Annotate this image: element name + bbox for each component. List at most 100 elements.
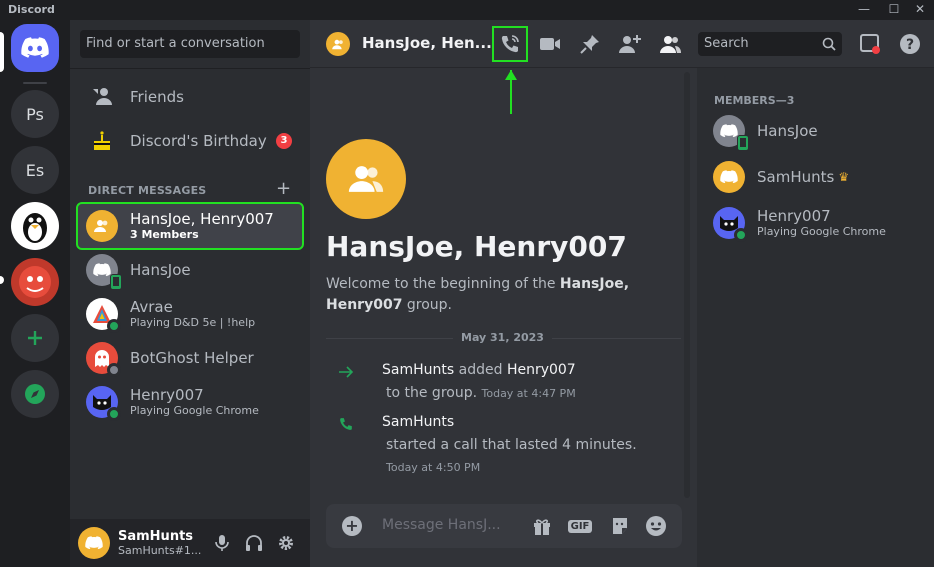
- chat-scrollbar[interactable]: [684, 72, 690, 498]
- group-avatar-large: [326, 139, 406, 219]
- gear-icon: [279, 536, 293, 550]
- discord-logo-icon: [93, 263, 111, 277]
- headphones-icon: [246, 535, 262, 551]
- add-user-icon: [619, 35, 641, 53]
- sticker-icon: [613, 518, 627, 534]
- minimize-button[interactable]: —: [850, 0, 878, 20]
- discord-logo-icon: [720, 124, 738, 138]
- members-icon: [660, 36, 681, 53]
- sidebar-divider: [70, 68, 310, 69]
- plus-icon: [28, 331, 42, 345]
- phone-icon: [338, 416, 354, 436]
- help-button[interactable]: ?: [898, 32, 922, 56]
- add-friends-to-dm-button[interactable]: [618, 32, 642, 56]
- group-dm-icon: [326, 32, 350, 56]
- message-text: started a call that lasted 4 minutes.: [386, 437, 637, 453]
- member-list: MEMBERS—3 HansJoe SamHunts ♛ Henry007 Pl…: [697, 68, 934, 567]
- emoji-button[interactable]: [644, 514, 668, 538]
- find-conversation-button[interactable]: Find or start a conversation: [80, 30, 300, 58]
- crown-icon: ♛: [838, 169, 850, 184]
- welcome-title: HansJoe, Henry007: [326, 230, 627, 263]
- dm-item-hansjoe-henry007-group[interactable]: HansJoe, Henry007 3 Members: [76, 202, 304, 250]
- group-icon: [331, 39, 343, 49]
- user-avatar[interactable]: [78, 527, 110, 559]
- dm-name: Henry007: [130, 386, 204, 405]
- server-separator: [23, 82, 47, 84]
- phone-call-icon: [501, 35, 519, 53]
- pinned-messages-button[interactable]: [578, 32, 602, 56]
- inbox-button[interactable]: [858, 32, 882, 56]
- server-ps[interactable]: Ps: [11, 90, 59, 138]
- members-header: MEMBERS—3: [714, 94, 795, 107]
- inbox-icon: [860, 34, 880, 54]
- server-red-character[interactable]: [11, 258, 59, 306]
- create-dm-button[interactable]: +: [276, 178, 291, 199]
- member-activity: Playing Google Chrome: [757, 225, 886, 239]
- user-panel: SamHunts SamHunts#1...: [70, 519, 310, 567]
- avatar: [86, 386, 121, 421]
- online-status-icon: [107, 407, 121, 421]
- timestamp: Today at 4:50 PM: [386, 461, 481, 474]
- emoji-icon: [646, 516, 666, 536]
- member-list-toggle-button[interactable]: [658, 32, 682, 56]
- avatar: [86, 298, 121, 333]
- app-name: Discord: [8, 3, 55, 16]
- start-video-call-button[interactable]: [538, 32, 562, 56]
- member-henry007[interactable]: Henry007 Playing Google Chrome: [705, 202, 925, 244]
- date-label: May 31, 2023: [453, 331, 552, 344]
- close-button[interactable]: ✕: [906, 0, 934, 20]
- notification-badge: 3: [276, 133, 292, 149]
- sticker-button[interactable]: [608, 514, 632, 538]
- dm-item-avrae[interactable]: Avrae Playing D&D 5e | !help: [78, 292, 302, 336]
- server-es[interactable]: Es: [11, 146, 59, 194]
- dm-name: BotGhost Helper: [130, 349, 254, 367]
- arrow-right-icon: [338, 364, 354, 383]
- penguin-icon: [23, 213, 47, 243]
- message-composer: + Message HansJ... GIF: [326, 504, 682, 548]
- member-name: HansJoe: [757, 122, 818, 140]
- online-status-icon: [107, 319, 121, 333]
- message-author: SamHunts: [382, 414, 455, 430]
- add-server-button[interactable]: [11, 314, 59, 362]
- member-samhunts[interactable]: SamHunts ♛: [705, 156, 925, 198]
- dm-item-henry007[interactable]: Henry007 Playing Google Chrome: [78, 380, 302, 424]
- dm-name: Avrae: [130, 298, 173, 317]
- deafen-button[interactable]: [244, 533, 264, 553]
- dm-item-hansjoe[interactable]: HansJoe: [78, 248, 302, 292]
- group-icon: [348, 166, 384, 192]
- server-list: Ps Es: [0, 20, 70, 567]
- gif-button[interactable]: GIF: [567, 514, 593, 538]
- search-icon: [822, 36, 836, 60]
- member-name: SamHunts: [757, 168, 835, 186]
- discord-birthday-nav-item[interactable]: Discord's Birthday 3: [78, 120, 302, 162]
- pin-icon: [580, 35, 599, 54]
- maximize-button[interactable]: ☐: [880, 0, 908, 20]
- mute-button[interactable]: [212, 533, 232, 553]
- friends-nav-item[interactable]: Friends: [78, 76, 302, 118]
- member-hansjoe[interactable]: HansJoe: [705, 110, 925, 152]
- unread-indicator: [0, 276, 4, 284]
- mobile-status-icon: [737, 135, 749, 151]
- message-input[interactable]: Message HansJ...: [382, 517, 512, 533]
- discord-logo-icon: [21, 37, 49, 58]
- search-input[interactable]: Search: [698, 32, 842, 56]
- server-penguin[interactable]: [11, 202, 59, 250]
- explore-servers-button[interactable]: [11, 370, 59, 418]
- help-icon: ?: [900, 34, 920, 54]
- user-settings-button[interactable]: [276, 533, 296, 553]
- dm-subtext: Playing D&D 5e | !help: [130, 316, 256, 330]
- discord-logo-icon: [85, 536, 103, 550]
- annotation-arrow-head: [505, 70, 517, 80]
- friends-label: Friends: [130, 88, 184, 106]
- gift-button[interactable]: [530, 514, 554, 538]
- red-character-icon: [19, 266, 51, 298]
- message-text: SamHunts added Henry007: [382, 362, 576, 378]
- avatar: [713, 161, 745, 193]
- search-placeholder: Search: [704, 36, 749, 51]
- start-voice-call-button[interactable]: [492, 26, 528, 62]
- home-button[interactable]: [11, 24, 59, 72]
- dm-item-botghost-helper[interactable]: BotGhost Helper: [78, 336, 302, 380]
- gift-icon: [534, 519, 550, 535]
- upload-button[interactable]: +: [342, 516, 362, 536]
- title-bar: Discord — ☐ ✕: [0, 0, 934, 20]
